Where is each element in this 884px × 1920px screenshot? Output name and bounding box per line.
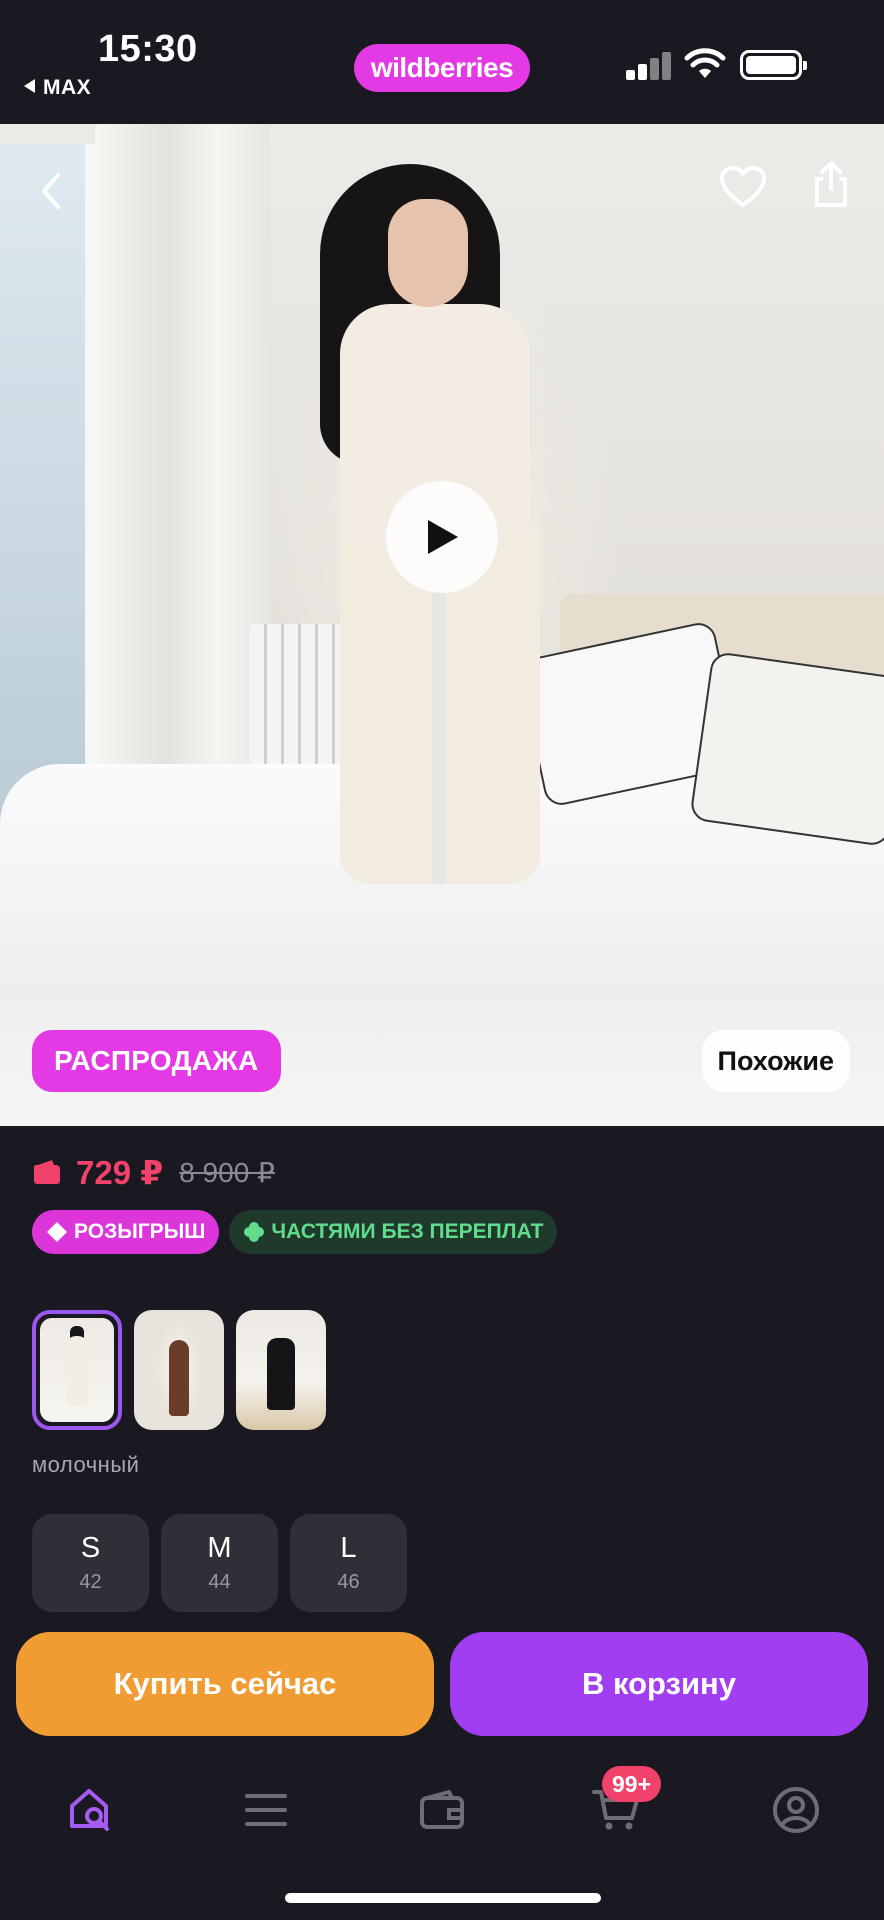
home-indicator[interactable] bbox=[285, 1893, 601, 1903]
color-variant-black[interactable] bbox=[236, 1310, 326, 1430]
back-chevron-icon bbox=[42, 173, 60, 209]
status-bar: 15:30 MAX wildberries bbox=[0, 0, 884, 124]
back-triangle-icon bbox=[24, 79, 35, 93]
menu-icon bbox=[245, 1794, 287, 1826]
promo-chips: РОЗЫГРЫШ ЧАСТЯМИ БЕЗ ПЕРЕПЛАТ bbox=[32, 1210, 558, 1254]
size-letter: M bbox=[207, 1532, 232, 1564]
size-number: 44 bbox=[208, 1571, 231, 1593]
price-row: 729 ₽ 8 900 ₽ bbox=[32, 1152, 275, 1192]
favorite-button[interactable] bbox=[716, 160, 770, 214]
back-button[interactable] bbox=[28, 164, 72, 218]
color-variant-brown[interactable] bbox=[134, 1310, 224, 1430]
wallet-price-icon bbox=[34, 1160, 60, 1184]
size-number: 42 bbox=[79, 1571, 102, 1593]
home-search-icon bbox=[70, 1789, 109, 1831]
wallet-icon bbox=[420, 1790, 464, 1829]
tab-profile[interactable] bbox=[768, 1782, 824, 1838]
cart-count-badge: 99+ bbox=[602, 1766, 662, 1802]
similar-button[interactable]: Похожие bbox=[701, 1030, 850, 1092]
raffle-chip[interactable]: РОЗЫГРЫШ bbox=[32, 1210, 220, 1254]
selected-color-label: молочный bbox=[32, 1452, 140, 1477]
size-selector: S 42 M 44 L 46 bbox=[32, 1514, 407, 1612]
buy-now-button[interactable]: Купить сейчас bbox=[16, 1632, 434, 1736]
clover-icon bbox=[244, 1222, 265, 1242]
back-app-label: MAX bbox=[43, 76, 92, 99]
share-icon bbox=[815, 161, 847, 207]
play-video-button[interactable] bbox=[386, 481, 498, 593]
color-variants bbox=[32, 1310, 326, 1430]
installments-chip-label: ЧАСТЯМИ БЕЗ ПЕРЕПЛАТ bbox=[271, 1220, 544, 1243]
wifi-icon bbox=[684, 48, 726, 78]
size-option-l[interactable]: L 46 bbox=[290, 1514, 407, 1612]
sale-badge[interactable]: РАСПРОДАЖА bbox=[32, 1030, 281, 1092]
size-number: 46 bbox=[337, 1571, 360, 1593]
brand-logo: wildberries bbox=[354, 44, 530, 92]
ticket-icon bbox=[47, 1222, 67, 1242]
size-letter: L bbox=[340, 1532, 357, 1564]
size-letter: S bbox=[80, 1532, 101, 1564]
tab-wallet[interactable] bbox=[414, 1782, 470, 1838]
tab-home[interactable] bbox=[64, 1782, 120, 1838]
installments-chip[interactable]: ЧАСТЯМИ БЕЗ ПЕРЕПЛАТ bbox=[229, 1210, 558, 1254]
product-image[interactable]: РАСПРОДАЖА Похожие bbox=[0, 124, 884, 1126]
old-price: 8 900 ₽ bbox=[179, 1156, 275, 1188]
color-variant-milk[interactable] bbox=[32, 1310, 122, 1430]
add-to-cart-button[interactable]: В корзину bbox=[450, 1632, 868, 1736]
size-option-m[interactable]: M 44 bbox=[161, 1514, 278, 1612]
profile-icon bbox=[773, 1787, 819, 1833]
play-icon bbox=[428, 520, 458, 554]
status-time: 15:30 bbox=[98, 28, 198, 70]
battery-icon bbox=[740, 50, 807, 80]
size-option-s[interactable]: S 42 bbox=[32, 1514, 149, 1612]
tab-bar bbox=[0, 1760, 884, 1860]
share-button[interactable] bbox=[804, 154, 858, 214]
raffle-chip-label: РОЗЫГРЫШ bbox=[74, 1220, 206, 1243]
back-to-app-link[interactable]: MAX bbox=[24, 76, 91, 100]
heart-icon bbox=[720, 166, 766, 207]
current-price: 729 ₽ bbox=[76, 1153, 164, 1191]
cellular-signal-icon bbox=[626, 50, 672, 80]
tab-catalog[interactable] bbox=[238, 1782, 294, 1838]
